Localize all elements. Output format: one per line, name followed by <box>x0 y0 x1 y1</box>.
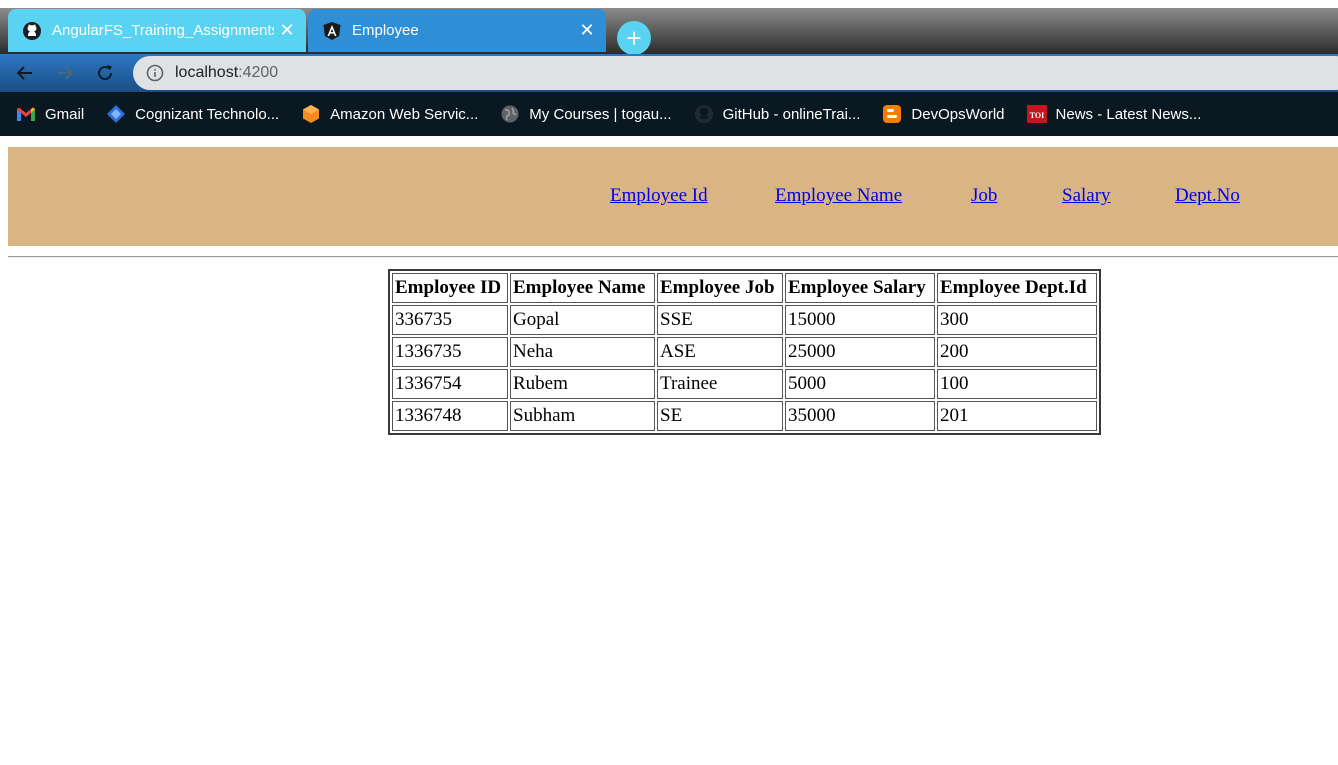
reload-icon <box>98 65 113 81</box>
bookmark-label: News - Latest News... <box>1055 105 1202 123</box>
forward-arrow-icon <box>58 66 74 80</box>
tab-employee[interactable]: Employee ✕ <box>308 9 606 52</box>
cell-employee-name: Neha <box>510 337 655 367</box>
tab-title: AngularFS_Training_Assignments <box>52 22 274 39</box>
gmail-icon <box>16 104 36 124</box>
cell-employee-name: Gopal <box>510 305 655 335</box>
bookmark-label: Gmail <box>45 105 85 123</box>
tab-github-assignments[interactable]: AngularFS_Training_Assignments ✕ <box>8 9 306 52</box>
bookmark-label: Amazon Web Servic... <box>330 105 479 123</box>
svg-text:TOI: TOI <box>1029 111 1044 120</box>
cell-employee-salary: 35000 <box>785 401 935 431</box>
new-tab-button[interactable]: + <box>617 21 651 55</box>
toi-icon: TOI <box>1026 104 1047 124</box>
address-bar[interactable]: localhost:4200 <box>133 56 1338 90</box>
cell-employee-name: Rubem <box>510 369 655 399</box>
cell-employee-dept-id: 200 <box>937 337 1097 367</box>
bookmark-label: Cognizant Technolo... <box>135 105 280 123</box>
url-port: :4200 <box>238 64 279 81</box>
nav-link-dept-no[interactable]: Dept.No <box>1175 185 1240 207</box>
window-top-edge <box>0 0 1338 8</box>
column-header-employee-job: Employee Job <box>657 273 783 303</box>
cell-employee-id: 1336748 <box>392 401 508 431</box>
bookmark-devopsworld[interactable]: DevOpsWorld <box>882 104 1005 124</box>
table-row: 1336754 Rubem Trainee 5000 100 <box>392 369 1097 399</box>
bookmark-aws[interactable]: Amazon Web Servic... <box>301 104 478 124</box>
tab-strip: AngularFS_Training_Assignments ✕ Employe… <box>0 8 1338 55</box>
globe-icon <box>500 104 520 124</box>
cell-employee-id: 1336735 <box>392 337 508 367</box>
cell-employee-salary: 15000 <box>785 305 935 335</box>
github-icon <box>694 104 714 124</box>
cell-employee-job: ASE <box>657 337 783 367</box>
table-row: 336735 Gopal SSE 15000 300 <box>392 305 1097 335</box>
blogger-icon <box>882 104 902 124</box>
cell-employee-dept-id: 300 <box>937 305 1097 335</box>
reload-button[interactable] <box>93 61 117 85</box>
bookmark-my-courses[interactable]: My Courses | togau... <box>500 104 672 124</box>
nav-link-job[interactable]: Job <box>971 185 997 207</box>
cell-employee-name: Subham <box>510 401 655 431</box>
aws-icon <box>301 104 321 124</box>
cell-employee-job: Trainee <box>657 369 783 399</box>
horizontal-rule <box>8 256 1338 258</box>
table-row: 1336748 Subham SE 35000 201 <box>392 401 1097 431</box>
browser-toolbar: localhost:4200 <box>0 54 1338 92</box>
cell-employee-salary: 25000 <box>785 337 935 367</box>
forward-button[interactable] <box>53 61 77 85</box>
back-button[interactable] <box>13 61 37 85</box>
tab-title: Employee <box>352 22 419 39</box>
bookmark-label: GitHub - onlineTrai... <box>722 105 861 123</box>
cell-employee-id: 336735 <box>392 305 508 335</box>
page-content: Employee Id Employee Name Job Salary Dep… <box>0 136 1338 765</box>
column-header-employee-id: Employee ID <box>392 273 508 303</box>
column-header-employee-salary: Employee Salary <box>785 273 935 303</box>
cell-employee-id: 1336754 <box>392 369 508 399</box>
column-header-employee-dept-id: Employee Dept.Id <box>937 273 1097 303</box>
table-row: 1336735 Neha ASE 25000 200 <box>392 337 1097 367</box>
site-info-icon[interactable] <box>145 63 165 83</box>
cognizant-icon <box>106 104 126 124</box>
table-header-row: Employee ID Employee Name Employee Job E… <box>392 273 1097 303</box>
angular-icon <box>322 21 342 41</box>
cell-employee-job: SSE <box>657 305 783 335</box>
bookmark-cognizant[interactable]: Cognizant Technolo... <box>106 104 279 124</box>
bookmark-toi-news[interactable]: TOI News - Latest News... <box>1026 104 1202 124</box>
address-url: localhost:4200 <box>175 64 278 82</box>
url-host: localhost <box>175 64 239 81</box>
bookmarks-bar: Gmail Cognizant Technolo... Amazon Web S… <box>0 92 1338 136</box>
back-arrow-icon <box>16 66 32 80</box>
github-icon <box>22 21 42 41</box>
cell-employee-dept-id: 201 <box>937 401 1097 431</box>
close-tab-icon[interactable]: ✕ <box>574 18 600 44</box>
cell-employee-job: SE <box>657 401 783 431</box>
nav-link-salary[interactable]: Salary <box>1062 185 1111 207</box>
nav-link-employee-id[interactable]: Employee Id <box>610 185 708 207</box>
column-header-employee-name: Employee Name <box>510 273 655 303</box>
bookmark-gmail[interactable]: Gmail <box>16 104 84 124</box>
cell-employee-salary: 5000 <box>785 369 935 399</box>
employee-table: Employee ID Employee Name Employee Job E… <box>388 269 1101 435</box>
bookmark-label: DevOpsWorld <box>911 105 1005 123</box>
nav-link-employee-name[interactable]: Employee Name <box>775 185 902 207</box>
employee-navbar: Employee Id Employee Name Job Salary Dep… <box>8 147 1338 246</box>
close-tab-icon[interactable]: ✕ <box>274 18 300 44</box>
bookmark-github[interactable]: GitHub - onlineTrai... <box>694 104 861 124</box>
bookmark-label: My Courses | togau... <box>529 105 672 123</box>
cell-employee-dept-id: 100 <box>937 369 1097 399</box>
